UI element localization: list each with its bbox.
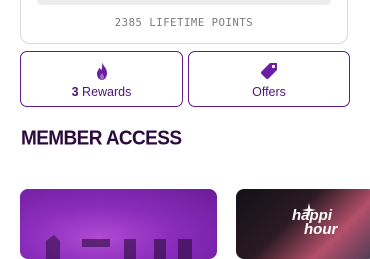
rewards-tile-button[interactable]: 3 Rewards bbox=[20, 51, 183, 107]
rewards-label: 3 Rewards bbox=[21, 85, 182, 99]
member-access-card-2[interactable]: happi hour bbox=[236, 189, 370, 259]
offers-tile-button[interactable]: Offers bbox=[188, 51, 350, 107]
promo-artwork bbox=[46, 235, 192, 259]
offers-label: Offers bbox=[252, 85, 286, 99]
happy-hour-title: happi hour bbox=[292, 208, 352, 238]
points-progress-bar bbox=[37, 0, 331, 5]
rewards-count: 3 bbox=[71, 85, 79, 99]
member-access-card-1[interactable] bbox=[20, 189, 217, 259]
rewards-text: Rewards bbox=[82, 85, 132, 99]
lifetime-points-text: 2385 LIFETIME POINTS bbox=[114, 17, 254, 29]
member-access-heading: MEMBER ACCESS bbox=[21, 127, 182, 150]
happy-line-2: hour bbox=[304, 221, 338, 238]
points-card: 2385 LIFETIME POINTS bbox=[20, 0, 348, 44]
tag-icon bbox=[260, 63, 277, 80]
flame-icon bbox=[96, 62, 107, 80]
